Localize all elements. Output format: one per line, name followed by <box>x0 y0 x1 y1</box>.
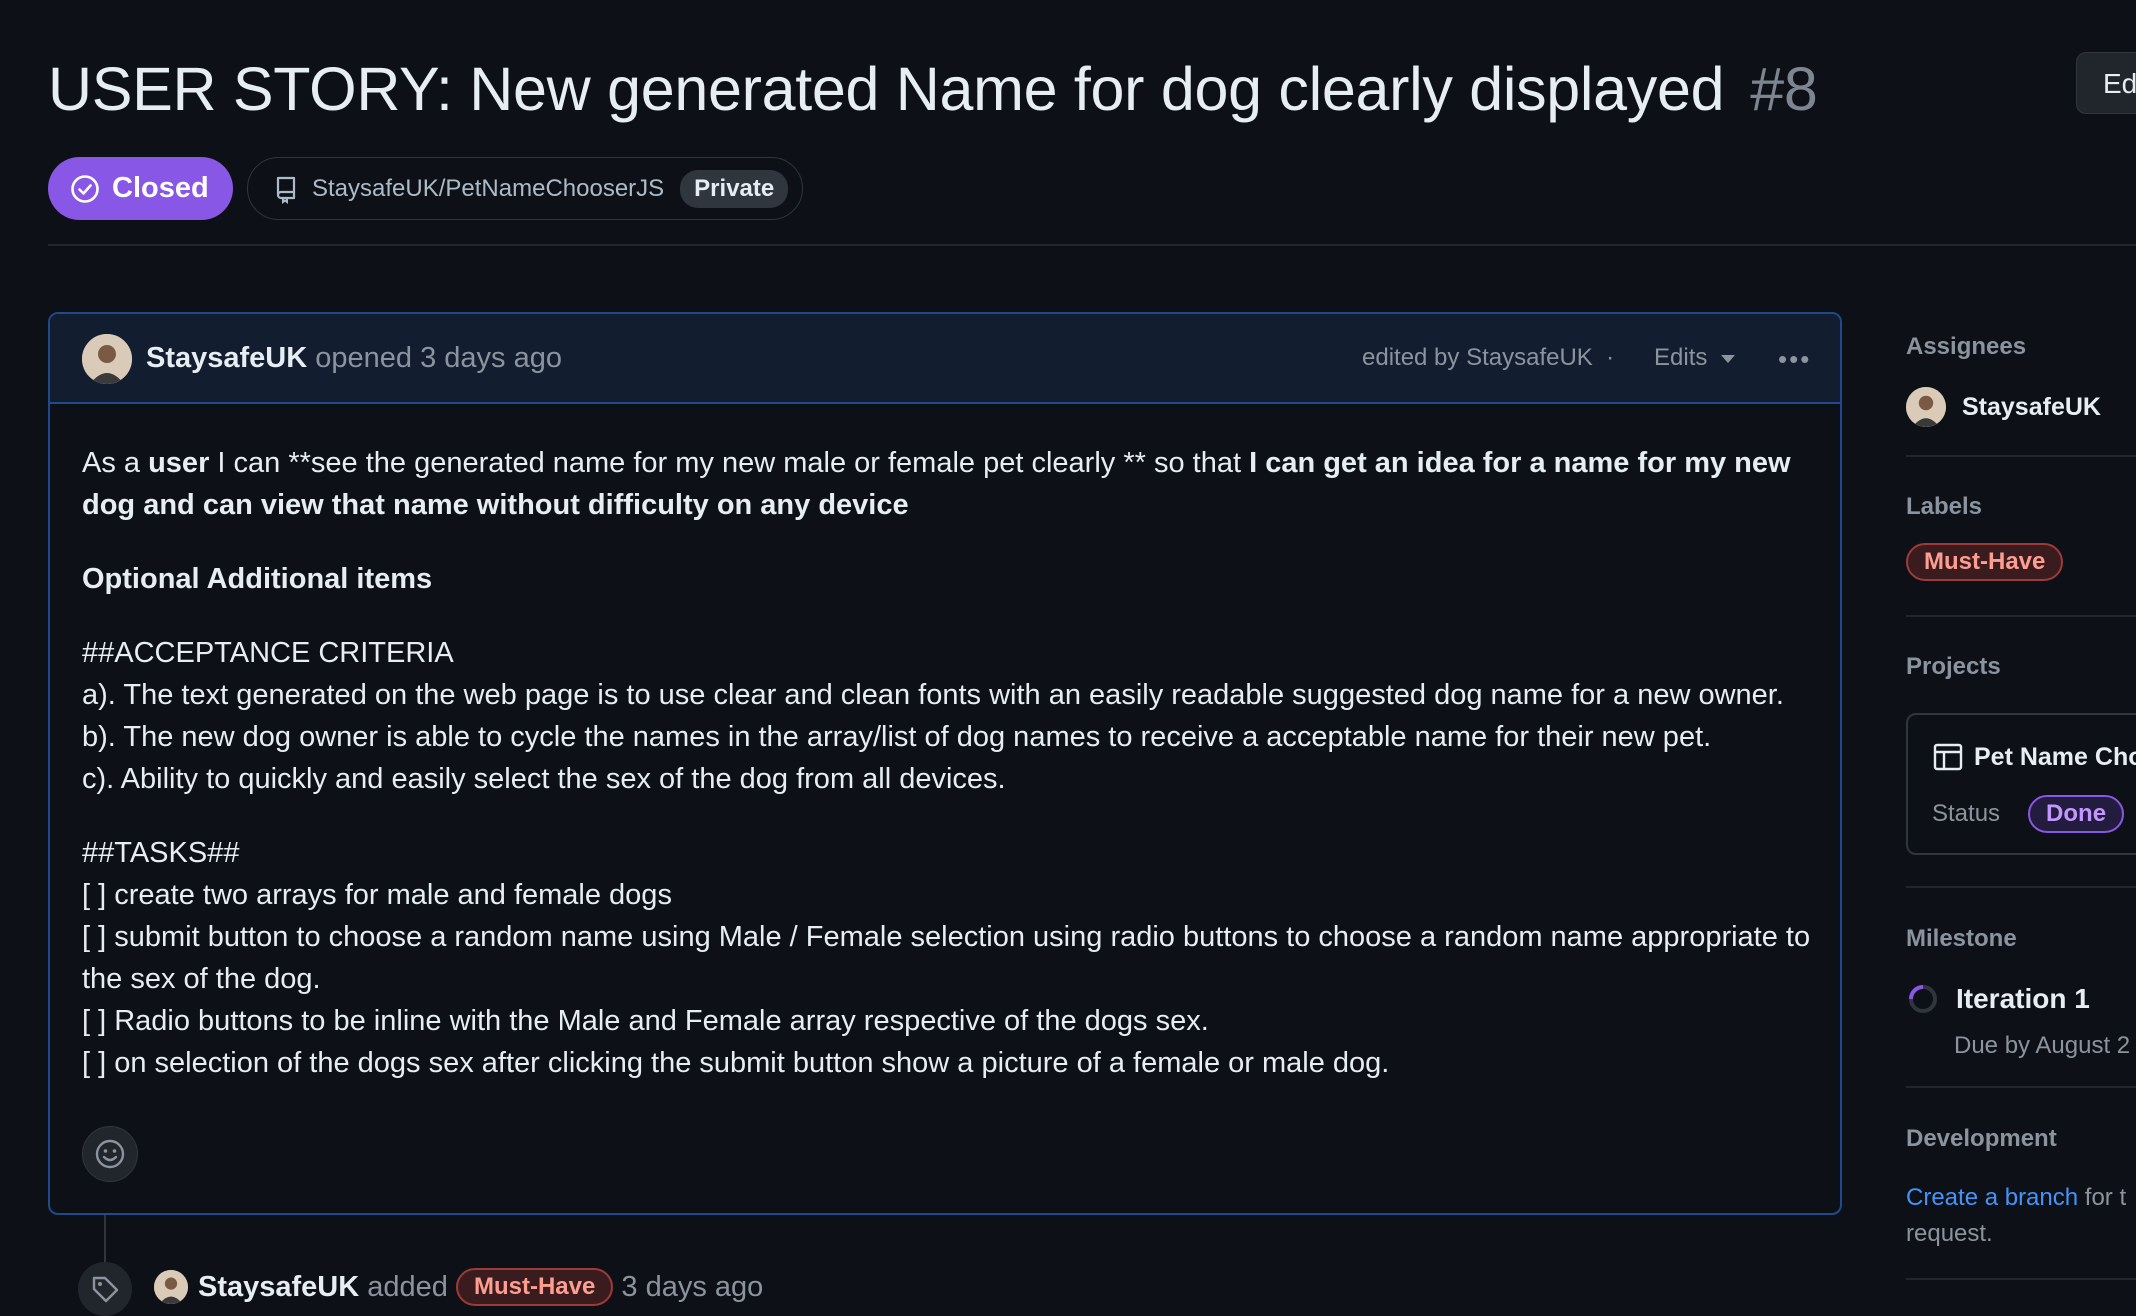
assignee-item[interactable]: StaysafeUK <box>1906 387 2101 427</box>
edited-by: edited by StaysafeUK · <box>1362 344 1615 371</box>
comment-author[interactable]: StaysafeUK <box>146 342 307 374</box>
avatar[interactable] <box>154 1270 188 1304</box>
sidebar-label[interactable]: Must-Have <box>1906 543 2064 581</box>
issue-number: #8 <box>1750 55 1818 123</box>
tasks-heading: ##TASKS## <box>82 837 240 869</box>
label-pill-must-have: Must-Have <box>1906 543 2064 581</box>
create-branch-link[interactable]: Create a branch <box>1906 1184 2078 1211</box>
issue-comment: StaysafeUK opened 3 days ago edited by S… <box>48 312 1842 1215</box>
tasks-block: ##TASKS## [ ] create two arrays for male… <box>82 832 1822 1084</box>
project-name: Pet Name Cho <box>1974 742 2136 771</box>
acceptance-block: ##ACCEPTANCE CRITERIA a). The text gener… <box>82 632 1822 800</box>
chevron-down-icon <box>1721 354 1736 363</box>
smiley-icon <box>95 1139 125 1169</box>
event-action: added <box>367 1270 448 1303</box>
comment-header: StaysafeUK opened 3 days ago edited by S… <box>50 314 1840 404</box>
development-text-2: request. <box>1906 1220 1993 1247</box>
project-card: Pet Name Cho Status Done <box>1906 713 2136 855</box>
milestone-item[interactable]: Iteration 1 <box>1906 982 2090 1016</box>
development-text: Create a branch for t request. <box>1906 1180 2126 1252</box>
task-item: [ ] create two arrays for male and femal… <box>82 879 672 911</box>
edits-dropdown[interactable]: Edits <box>1654 344 1736 372</box>
sidebar-divider <box>1906 1086 2136 1088</box>
projects-heading[interactable]: Projects <box>1906 653 2001 681</box>
comment-opened-time: opened 3 days ago <box>315 342 562 374</box>
labels-heading[interactable]: Labels <box>1906 493 1982 521</box>
milestone-due: Due by August 2 <box>1954 1032 2131 1059</box>
avatar <box>1906 387 1946 427</box>
event-label-pill[interactable]: Must-Have <box>455 1268 614 1306</box>
header-divider <box>48 244 2136 246</box>
edits-label: Edits <box>1654 344 1708 371</box>
edited-by-text: edited by StaysafeUK <box>1362 344 1593 371</box>
development-heading[interactable]: Development <box>1906 1125 2057 1153</box>
sidebar-divider <box>1906 886 2136 888</box>
tag-icon <box>92 1276 119 1303</box>
state-label: Closed <box>112 172 209 204</box>
optional-heading-text: Optional Additional items <box>82 563 433 595</box>
avatar-image <box>82 334 132 384</box>
assignees-heading[interactable]: Assignees <box>1906 333 2026 361</box>
task-item: [ ] Radio buttons to be inline with the … <box>82 1005 1209 1037</box>
issue-title-text: USER STORY: New generated Name for dog c… <box>48 55 1725 123</box>
milestone-name: Iteration 1 <box>1956 983 2090 1014</box>
task-item: [ ] submit button to choose a random nam… <box>82 921 1811 995</box>
more-options-icon[interactable]: ••• <box>1778 344 1811 375</box>
event-actor[interactable]: StaysafeUK <box>198 1271 359 1304</box>
status-label: Status <box>1932 800 2001 827</box>
sidebar-divider <box>1906 615 2136 617</box>
repo-pill[interactable]: StaysafeUK/PetNameChooserJS Private <box>247 157 804 220</box>
timeline-badge <box>78 1262 132 1316</box>
event-time: 3 days ago <box>621 1270 764 1303</box>
state-badge: Closed <box>48 157 233 220</box>
assignee-name: StaysafeUK <box>1962 392 2101 421</box>
status-badge[interactable]: Done <box>2028 795 2125 833</box>
comment-body: As a user I can **see the generated name… <box>82 442 1822 1116</box>
avatar-image <box>154 1270 188 1304</box>
story-text-3: I can **see the generated name for my ne… <box>209 447 1250 479</box>
progress-ring-icon <box>1909 985 1937 1013</box>
avatar-image <box>1906 387 1946 427</box>
story-text-2: user <box>148 447 210 479</box>
table-icon <box>1933 743 1963 771</box>
visibility-badge: Private <box>680 169 789 208</box>
edit-button[interactable]: Ed <box>2076 52 2136 114</box>
criteria-item: a). The text generated on the web page i… <box>82 679 1784 711</box>
milestone-heading[interactable]: Milestone <box>1906 925 2017 953</box>
task-item: [ ] on selection of the dogs sex after c… <box>82 1047 1390 1079</box>
issue-title: USER STORY: New generated Name for dog c… <box>48 54 1818 124</box>
check-circle-icon <box>71 174 99 203</box>
project-title-row[interactable]: Pet Name Cho <box>1932 741 2136 773</box>
criteria-item: b). The new dog owner is able to cycle t… <box>82 721 1712 753</box>
story-paragraph: As a user I can **see the generated name… <box>82 442 1822 526</box>
development-text-1: for t <box>2078 1184 2127 1211</box>
sidebar-divider <box>1906 455 2136 457</box>
criteria-item: c). Ability to quickly and easily select… <box>82 763 1006 795</box>
repo-name: StaysafeUK/PetNameChooserJS <box>312 174 665 202</box>
repo-icon <box>276 176 296 204</box>
add-reaction-button[interactable] <box>82 1126 138 1182</box>
comment-author-line: StaysafeUK opened 3 days ago <box>146 342 562 375</box>
acceptance-heading: ##ACCEPTANCE CRITERIA <box>82 637 454 669</box>
project-status-row: Status Done <box>1932 795 2125 833</box>
sidebar-divider <box>1906 1278 2136 1280</box>
avatar[interactable] <box>82 334 132 384</box>
optional-heading: Optional Additional items <box>82 558 1822 600</box>
timeline-event: StaysafeUK added Must-Have 3 days ago <box>154 1268 763 1306</box>
story-text-1: As a <box>82 447 149 479</box>
